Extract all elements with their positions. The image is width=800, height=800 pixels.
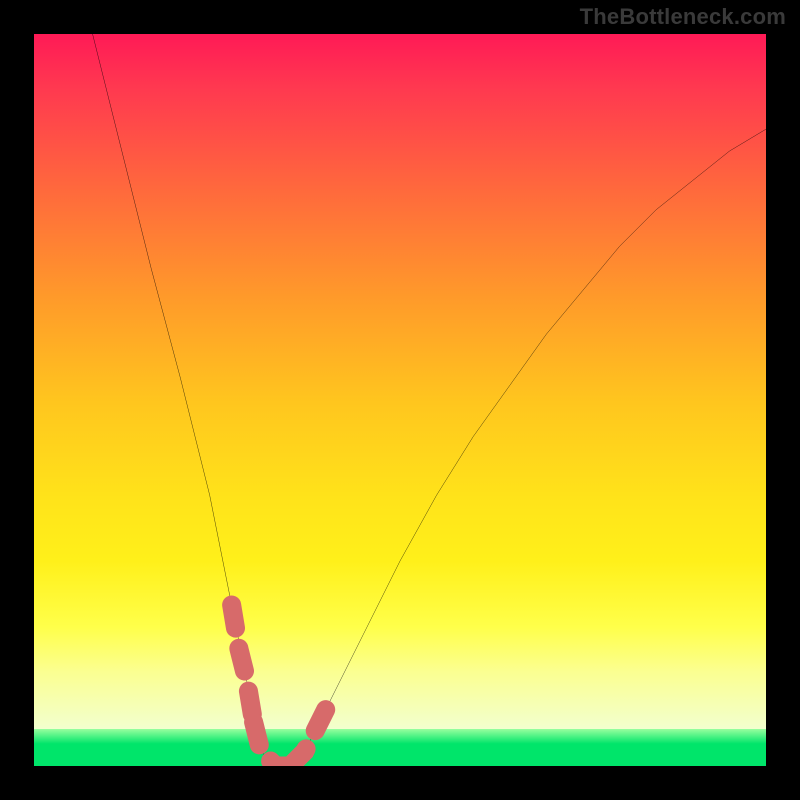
curve-layer xyxy=(34,34,766,766)
chart-frame: TheBottleneck.com xyxy=(0,0,800,800)
bottleneck-curve-path xyxy=(93,34,766,766)
plot-area xyxy=(34,34,766,766)
highlight-right-path xyxy=(290,707,327,766)
highlight-left-path xyxy=(232,605,254,722)
watermark-text: TheBottleneck.com xyxy=(580,4,786,30)
